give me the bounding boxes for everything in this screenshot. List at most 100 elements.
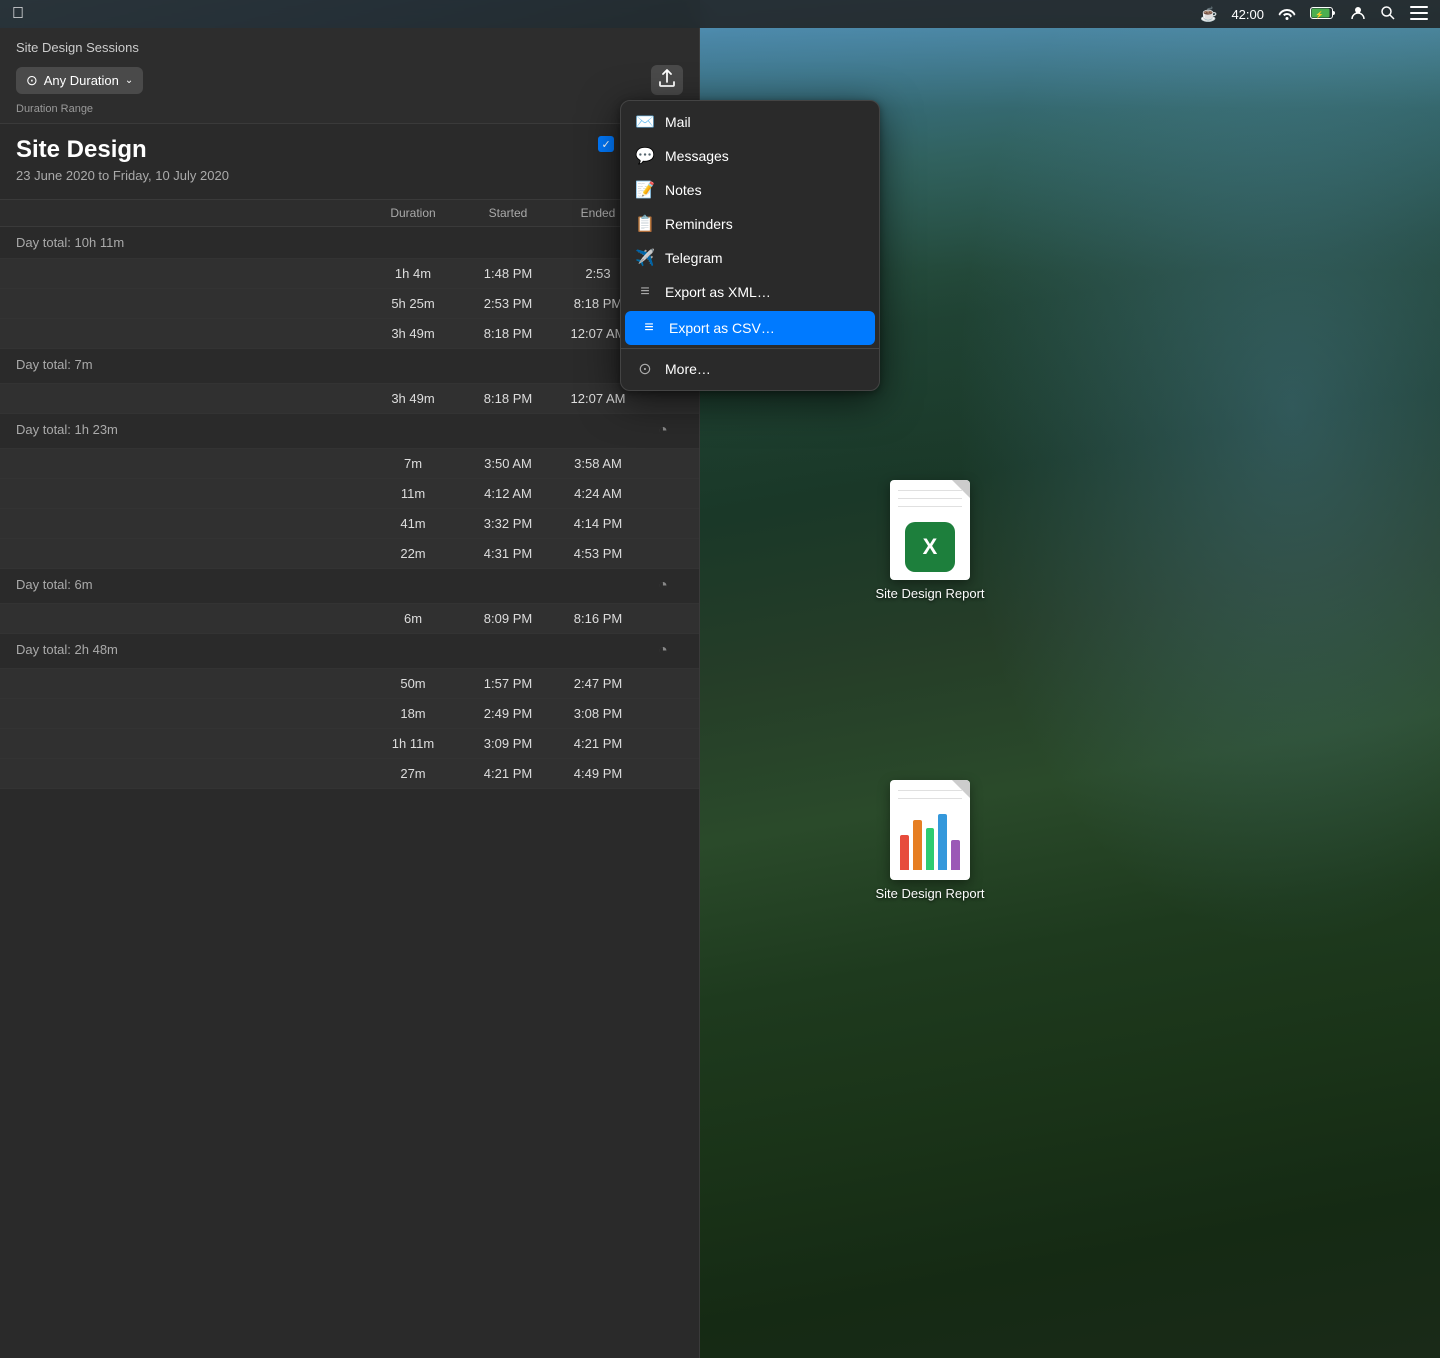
session-row[interactable]: 11m 4:12 AM 4:24 AM (0, 479, 699, 509)
clock-icon: ⊙ (26, 72, 38, 89)
session-ended: 8:16 PM (553, 611, 643, 626)
session-duration: 22m (363, 546, 463, 561)
session-cell-empty (16, 546, 363, 561)
menu-label-messages: Messages (665, 148, 729, 164)
menu-item-export-xml[interactable]: ≡ Export as XML… (621, 275, 879, 309)
menu-item-messages[interactable]: 💬 Messages (621, 139, 879, 173)
pie-chart-icon: ◔ (643, 577, 683, 595)
day-total-label: Day total: 6m (16, 577, 363, 595)
menu-separator (621, 348, 879, 349)
session-extra (643, 486, 683, 501)
session-row[interactable]: 5h 25m 2:53 PM 8:18 PM (0, 289, 699, 319)
app-panel: Site Design Sessions ⊙ Any Duration ⌄ Du… (0, 28, 700, 1358)
session-duration: 11m (363, 486, 463, 501)
duration-button[interactable]: ⊙ Any Duration ⌄ (16, 67, 143, 94)
notes-icon: 📝 (635, 180, 655, 200)
session-extra (643, 456, 683, 471)
session-row[interactable]: 3h 49m 8:18 PM 12:07 AM (0, 384, 699, 414)
more-icon: ⊙ (638, 359, 651, 379)
session-row[interactable]: 1h 11m 3:09 PM 4:21 PM (0, 729, 699, 759)
session-cell-empty (16, 296, 363, 311)
session-cell-empty (16, 766, 363, 781)
menu-label-notes: Notes (665, 182, 702, 198)
mail-icon: ✉️ (635, 112, 655, 132)
menu-item-telegram[interactable]: ✈️ Telegram (621, 241, 879, 275)
table-header: Duration Started Ended (0, 200, 699, 227)
desktop-icon-excel[interactable]: X Site Design Report (860, 480, 1000, 601)
apple-icon[interactable]:  (12, 5, 24, 23)
list-icon[interactable] (1410, 6, 1428, 23)
menu-item-more[interactable]: ⊙ More… (621, 352, 879, 386)
session-row[interactable]: 3h 49m 8:18 PM 12:07 AM (0, 319, 699, 349)
telegram-icon: ✈️ (635, 248, 655, 268)
session-row[interactable]: 27m 4:21 PM 4:49 PM (0, 759, 699, 789)
session-started: 1:57 PM (463, 676, 553, 691)
session-ended: 4:24 AM (553, 486, 643, 501)
menubar-right: ☕ 42:00 ⚡ (1200, 5, 1428, 24)
session-row[interactable]: 50m 1:57 PM 2:47 PM (0, 669, 699, 699)
xml-icon: ≡ (640, 283, 649, 301)
panel-header: Site Design Sessions ⊙ Any Duration ⌄ Du… (0, 28, 699, 124)
session-row[interactable]: 22m 4:31 PM 4:53 PM (0, 539, 699, 569)
session-duration: 3h 49m (363, 326, 463, 341)
session-row[interactable]: 18m 2:49 PM 3:08 PM (0, 699, 699, 729)
session-ended: 4:49 PM (553, 766, 643, 781)
menu-item-export-csv[interactable]: ≡ Export as CSV… (625, 311, 875, 345)
menu-item-notes[interactable]: 📝 Notes (621, 173, 879, 207)
session-cell-empty (16, 391, 363, 406)
menu-label-more: More… (665, 361, 711, 377)
session-duration: 50m (363, 676, 463, 691)
battery-icon: ⚡ (1310, 6, 1336, 23)
panel-title: Site Design Sessions (16, 40, 683, 55)
desktop-icon-numbers[interactable]: Site Design Report (860, 780, 1000, 901)
session-ended: 12:07 AM (553, 391, 643, 406)
session-started: 8:09 PM (463, 611, 553, 626)
menu-icon-notes: 📝 (635, 180, 655, 200)
menu-label-export-xml: Export as XML… (665, 284, 771, 300)
session-started: 4:12 AM (463, 486, 553, 501)
share-icon (659, 69, 675, 92)
share-button[interactable] (651, 65, 683, 95)
menu-item-mail[interactable]: ✉️ Mail (621, 105, 879, 139)
menubar-time: 42:00 (1231, 7, 1264, 22)
chevron-icon: ⌄ (125, 75, 133, 86)
session-row[interactable]: 41m 3:32 PM 4:14 PM (0, 509, 699, 539)
session-name: Site Design (16, 136, 229, 164)
panel-toolbar: ⊙ Any Duration ⌄ (16, 65, 683, 95)
excel-file-icon: X (890, 480, 970, 580)
session-ended: 3:08 PM (553, 706, 643, 721)
session-row[interactable]: 1h 4m 1:48 PM 2:53 (0, 259, 699, 289)
duration-range-label: Duration Range (16, 103, 683, 123)
wifi-icon (1278, 6, 1296, 23)
menu-icon-export-xml: ≡ (635, 282, 655, 302)
numbers-icon-label: Site Design Report (875, 886, 984, 901)
menu-icon-more: ⊙ (635, 359, 655, 379)
session-extra (643, 611, 683, 626)
session-duration: 1h 11m (363, 736, 463, 751)
session-row[interactable]: 7m 3:50 AM 3:58 AM (0, 449, 699, 479)
session-extra (643, 391, 683, 406)
session-row[interactable]: 6m 8:09 PM 8:16 PM (0, 604, 699, 634)
session-info: Site Design 23 June 2020 to Friday, 10 J… (0, 124, 699, 200)
completed-checkbox[interactable]: ✓ (598, 136, 614, 152)
session-extra (643, 546, 683, 561)
search-icon[interactable] (1380, 5, 1396, 24)
col-header-duration: Duration (363, 206, 463, 220)
menu-label-reminders: Reminders (665, 216, 733, 232)
svg-text:⚡: ⚡ (1315, 10, 1324, 19)
menu-item-reminders[interactable]: 📋 Reminders (621, 207, 879, 241)
session-ended: 4:53 PM (553, 546, 643, 561)
session-ended: 4:14 PM (553, 516, 643, 531)
session-extra (643, 736, 683, 751)
menu-label-telegram: Telegram (665, 250, 723, 266)
menu-icon-messages: 💬 (635, 146, 655, 166)
day-total-label: Day total: 2h 48m (16, 642, 363, 660)
day-total-row: Day total: 1h 23m ◔ (0, 414, 699, 449)
menubar-left:  (12, 5, 24, 23)
session-duration: 27m (363, 766, 463, 781)
session-extra (643, 766, 683, 781)
session-cell-empty (16, 706, 363, 721)
session-cell-empty (16, 456, 363, 471)
day-total-label: Day total: 7m (16, 357, 363, 375)
user-icon[interactable] (1350, 5, 1366, 24)
